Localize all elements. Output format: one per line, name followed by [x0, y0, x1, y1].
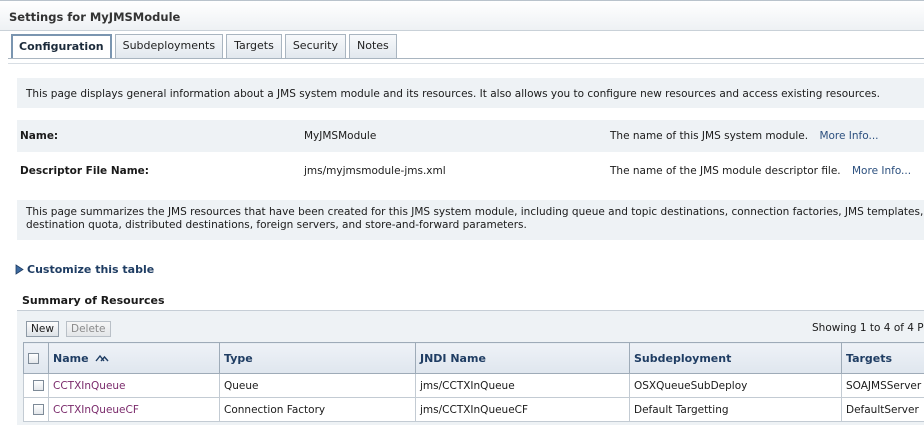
row-checkbox[interactable]	[32, 404, 44, 415]
customize-table-link[interactable]: Customize this table	[15, 263, 154, 276]
resource-subdeployment-cell: Default Targetting	[629, 397, 842, 422]
pagination-status: Showing 1 to 4 of 4 Pr	[812, 322, 924, 334]
new-button[interactable]: New	[26, 321, 59, 337]
tab-notes[interactable]: Notes	[349, 34, 397, 58]
resource-type-cell: Queue	[219, 373, 416, 398]
settings-header: Settings for MyJMSModule	[0, 0, 924, 31]
descriptor-help: The name of the JMS module descriptor fi…	[610, 165, 911, 177]
delete-button[interactable]: Delete	[66, 321, 111, 337]
resources-table: Name Type JNDI Name Subdeployment Target…	[23, 342, 924, 422]
tab-divider-inner	[8, 63, 924, 64]
tab-subdeployments[interactable]: Subdeployments	[114, 34, 224, 58]
name-value: MyJMSModule	[304, 130, 377, 142]
name-label: Name:	[20, 130, 59, 142]
tab-bar: Configuration Subdeployments Targets Sec…	[11, 34, 400, 58]
table-header-row: Name Type JNDI Name Subdeployment Target…	[23, 342, 924, 374]
descriptor-help-text: The name of the JMS module descriptor fi…	[610, 165, 841, 177]
name-field-row: Name: MyJMSModule The name of this JMS s…	[17, 120, 924, 152]
customize-table-label: Customize this table	[27, 263, 155, 276]
resource-name-cell: CCTXInQueueCF	[48, 397, 220, 422]
column-header-targets[interactable]: Targets	[841, 342, 924, 374]
select-all-checkbox[interactable]	[28, 353, 39, 364]
expand-triangle-icon	[15, 264, 24, 275]
descriptor-value: jms/myjmsmodule-jms.xml	[304, 165, 446, 177]
tab-security[interactable]: Security	[284, 34, 346, 58]
descriptor-field-row: Descriptor File Name: jms/myjmsmodule-jm…	[17, 155, 924, 187]
sort-ascending-icon[interactable]	[95, 354, 109, 363]
column-header-jndi[interactable]: JNDI Name	[415, 342, 630, 374]
descriptor-more-info-link[interactable]: More Info...	[852, 165, 911, 177]
resource-targets-cell: DefaultServer	[841, 397, 924, 422]
column-header-name-label: Name	[53, 351, 89, 365]
general-intro-text: This page displays general information a…	[17, 78, 924, 108]
resource-name-link[interactable]: CCTXInQueueCF	[53, 404, 139, 416]
column-header-subdeployment[interactable]: Subdeployment	[629, 342, 842, 374]
column-header-name[interactable]: Name	[48, 342, 220, 374]
table-row: CCTXInQueueCF Connection Factory jms/CCT…	[23, 397, 924, 422]
row-checkbox[interactable]	[32, 380, 44, 391]
name-help-text: The name of this JMS system module.	[610, 130, 809, 142]
resource-jndi-cell: jms/CCTXInQueue	[415, 373, 630, 398]
resource-name-cell: CCTXInQueue	[48, 373, 220, 398]
resource-targets-cell: SOAJMSServer	[841, 373, 924, 398]
tab-targets[interactable]: Targets	[226, 34, 282, 58]
summary-title: Summary of Resources	[22, 294, 165, 307]
resource-jndi-cell: jms/CCTXInQueueCF	[415, 397, 630, 422]
tab-configuration[interactable]: Configuration	[11, 34, 112, 58]
table-row: CCTXInQueue Queue jms/CCTXInQueue OSXQue…	[23, 373, 924, 398]
summary-intro-line-2: destination quota, distributed destinati…	[26, 219, 527, 231]
summary-intro-text: This page summarizes the JMS resources t…	[17, 200, 924, 240]
tab-divider	[8, 58, 924, 59]
row-select-cell	[23, 397, 49, 422]
row-select-cell	[23, 373, 49, 398]
name-more-info-link[interactable]: More Info...	[819, 130, 878, 142]
summary-intro-line-1: This page summarizes the JMS resources t…	[26, 206, 924, 218]
page-title: Settings for MyJMSModule	[9, 10, 181, 24]
resource-subdeployment-cell: OSXQueueSubDeploy	[629, 373, 842, 398]
name-help: The name of this JMS system module. More…	[610, 130, 879, 142]
descriptor-label: Descriptor File Name:	[20, 165, 149, 177]
resource-name-link[interactable]: CCTXInQueue	[53, 380, 126, 392]
resource-type-cell: Connection Factory	[219, 397, 416, 422]
column-header-type[interactable]: Type	[219, 342, 416, 374]
select-all-cell	[23, 342, 49, 374]
